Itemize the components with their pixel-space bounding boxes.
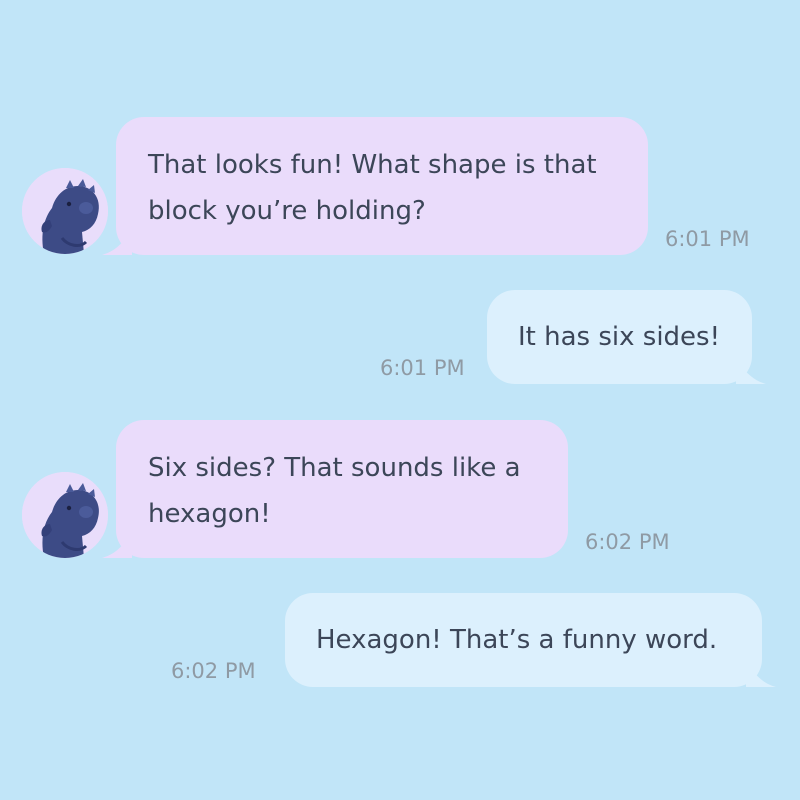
message-text: That looks fun! What shape is that block…	[148, 150, 597, 226]
message-timestamp: 6:01 PM	[380, 356, 465, 380]
message-text: Hexagon! That’s a funny word.	[316, 625, 718, 655]
incoming-message-bubble[interactable]: That looks fun! What shape is that block…	[102, 117, 648, 255]
bubble-tail-icon	[102, 231, 132, 255]
dinosaur-avatar-icon	[22, 472, 108, 558]
bubble-tail-icon	[736, 360, 766, 384]
bubble-tail-icon	[746, 663, 776, 687]
contact-avatar[interactable]	[22, 472, 108, 558]
outgoing-message-bubble[interactable]: Hexagon! That’s a funny word.	[285, 593, 776, 687]
incoming-message-bubble[interactable]: Six sides? That sounds like a hexagon!	[102, 420, 568, 558]
message-text: It has six sides!	[518, 322, 721, 352]
bubble-tail-icon	[102, 534, 132, 558]
contact-avatar[interactable]	[22, 168, 108, 254]
dinosaur-avatar-icon	[22, 168, 108, 254]
message-text: Six sides? That sounds like a hexagon!	[148, 453, 521, 529]
message-timestamp: 6:02 PM	[171, 659, 256, 683]
message-timestamp: 6:02 PM	[585, 530, 670, 554]
outgoing-message-bubble[interactable]: It has six sides!	[487, 290, 766, 384]
message-timestamp: 6:01 PM	[665, 227, 750, 251]
